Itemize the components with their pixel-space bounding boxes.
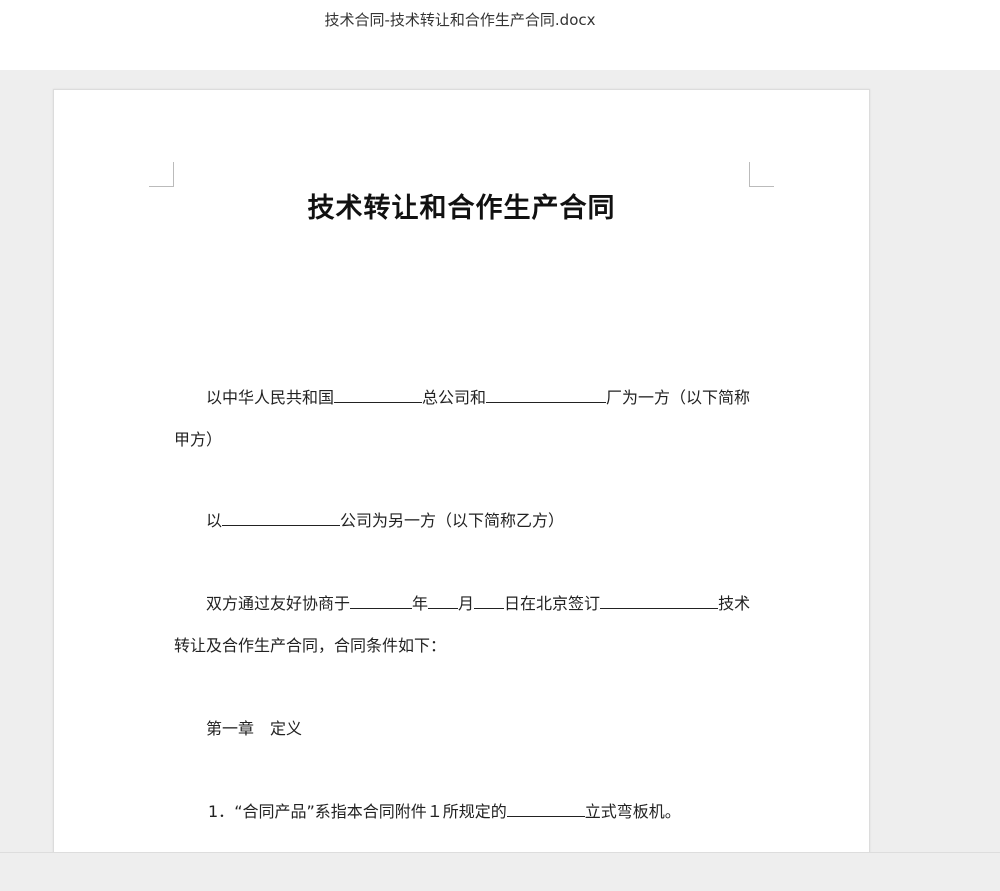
text-segment: 月 [458, 594, 475, 613]
text-segment: 以中华人民共和国 [206, 388, 335, 407]
fill-blank [600, 594, 719, 609]
chapter-heading: 第一章 定义 [206, 719, 303, 738]
fill-blank [486, 388, 607, 403]
text-segment: 双方通过友好协商于 [206, 594, 351, 613]
text-segment: 日在北京签订 [504, 594, 601, 613]
paragraph-signing: 双方通过友好协商于年月日在北京签订 技术转让及合作生产合同，合同条件如下： [174, 583, 764, 667]
status-bar [0, 852, 1000, 891]
fill-blank [506, 802, 585, 817]
document-workspace[interactable]: 技术转让和合作生产合同 以中华人民共和国 总公司和 厂为一方（以下简称甲方） 以公司… [0, 70, 1000, 852]
fill-blank [474, 594, 505, 609]
text-segment: “合同产品”系指本合同附件１所规定的 [234, 802, 507, 821]
fill-blank [428, 594, 459, 609]
margin-corner-mark-left [149, 162, 174, 187]
fill-blank [350, 594, 413, 609]
paragraph-party-a: 以中华人民共和国 总公司和 厂为一方（以下简称甲方） [174, 377, 764, 461]
paragraph-party-b: 以 公司为另一方（以下简称乙方） [174, 500, 764, 542]
fill-blank [334, 388, 423, 403]
text-segment: 总公司和 [422, 388, 487, 407]
text-segment: 以 [206, 511, 223, 530]
document-filename: 技术合同-技术转让和合作生产合同.docx [324, 11, 596, 29]
fill-blank [222, 511, 341, 526]
list-item-number: 1． [208, 802, 235, 821]
document-page[interactable]: 技术转让和合作生产合同 以中华人民共和国 总公司和 厂为一方（以下简称甲方） 以公司… [53, 89, 870, 852]
text-segment: 年 [412, 594, 429, 613]
text-segment: 公司为另一方（以下简称乙方） [340, 511, 565, 530]
margin-corner-mark-right [749, 162, 774, 187]
list-item: 1．“合同产品”系指本合同附件１所规定的 立式弯板机。 [174, 791, 764, 833]
document-heading: 技术转让和合作生产合同 [307, 193, 616, 224]
text-segment: 立式弯板机。 [584, 802, 681, 821]
title-bar: 技术合同-技术转让和合作生产合同.docx [0, 0, 1000, 70]
